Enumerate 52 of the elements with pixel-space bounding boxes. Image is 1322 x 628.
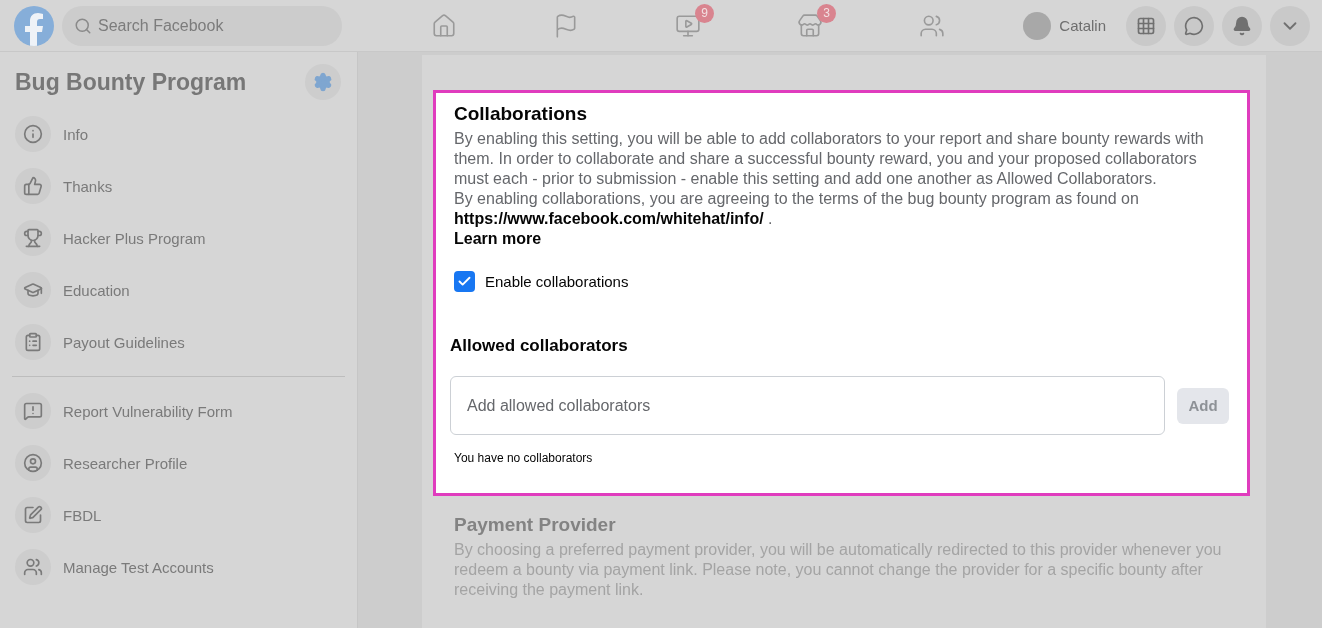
notification-badge: 9 (695, 3, 714, 23)
warning-icon (15, 393, 51, 429)
sidebar-item[interactable]: Education (12, 264, 345, 316)
input-field[interactable]: Add allowed collaborators (450, 376, 1165, 435)
sidebar-item[interactable]: Thanks (12, 160, 345, 212)
avatar (1023, 11, 1052, 40)
notifications-button[interactable] (1222, 5, 1262, 46)
video-tab[interactable]: 9 (627, 0, 749, 52)
search-icon (74, 16, 92, 35)
sidebar-item[interactable]: FBDL (12, 489, 345, 541)
terms-text: By enabling collaborations, you are agreeing to the terms of the bug bounty program as found on https://www.facebook.com/whitehat/info/ . (454, 189, 1140, 229)
account-menu-button[interactable] (1270, 5, 1310, 46)
terms-link[interactable]: https://www.facebook.com/whitehat/info/ (454, 210, 764, 227)
menu-button[interactable] (1126, 5, 1166, 46)
learn-more-link[interactable]: Learn more (454, 229, 542, 249)
empty-note: You have no collaborators (454, 451, 594, 465)
profile-button[interactable]: Catalin (1023, 7, 1118, 44)
checkbox[interactable] (454, 271, 475, 292)
subsection-title: Allowed collaborators (450, 336, 629, 356)
edit-icon (15, 497, 51, 533)
messenger-button[interactable] (1174, 5, 1214, 46)
bell-icon (1232, 15, 1252, 36)
section-title: Collaborations (454, 103, 588, 125)
section-title: Payment Provider (454, 514, 617, 536)
sidebar-item[interactable]: Hacker Plus Program (12, 212, 345, 264)
sidebar-item[interactable]: Payout Guidelines (12, 316, 345, 368)
people-icon (15, 549, 51, 585)
chat-bubble-icon (1184, 15, 1204, 36)
sidebar-item[interactable]: Report Vulnerability Form (12, 385, 345, 437)
sidebar-item[interactable]: Info (12, 108, 345, 160)
video-icon (675, 12, 701, 39)
sidebar-title: Bug Bounty Program (15, 68, 247, 96)
sidebar-item[interactable]: Manage Test Accounts (12, 541, 345, 593)
clipboard-icon (15, 324, 51, 360)
description-text: By enabling this setting, you will be able to add collaborators to your report and share bounty rewards with them. In order to collaborate and share a successful bounty reward, you and your proposed collaborators must each - prior to submission - enable this setting and add one another as Allowed Collaborators. (454, 129, 1205, 189)
grid-icon (1136, 15, 1156, 36)
thumbs-up-icon (15, 168, 51, 204)
user-circle-icon (15, 445, 51, 481)
trophy-icon (15, 220, 51, 256)
home-icon (431, 12, 457, 39)
notification-badge: 3 (817, 3, 836, 23)
graduation-cap-icon (15, 272, 51, 308)
info-icon (15, 116, 51, 152)
check-icon (457, 274, 472, 289)
checkbox-label: Enable collaborations (485, 273, 629, 290)
search-field[interactable]: Search Facebook (62, 5, 342, 46)
sidebar-item[interactable]: Researcher Profile (12, 437, 345, 489)
groups-icon (919, 12, 945, 39)
settings-button[interactable] (305, 64, 341, 100)
store-icon (797, 12, 823, 39)
store-tab[interactable]: 3 (749, 0, 871, 52)
facebook-logo[interactable] (14, 5, 54, 46)
